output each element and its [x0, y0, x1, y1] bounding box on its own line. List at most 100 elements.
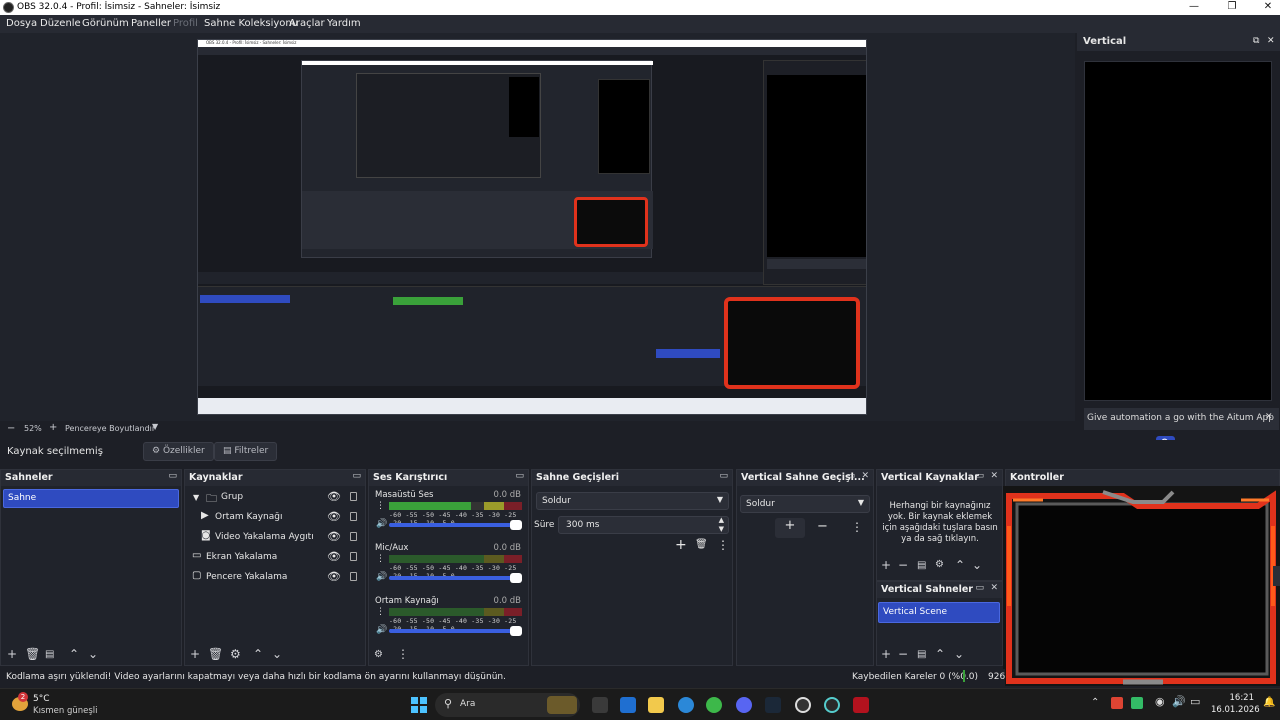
bell-icon[interactable]: 🔔 [1263, 697, 1275, 708]
speaker-icon[interactable]: 🔊 [376, 625, 387, 635]
maximize-button[interactable]: ❐ [1220, 1, 1244, 14]
minus-icon[interactable]: − [817, 519, 828, 534]
clock-date[interactable]: 16.01.2026 [1211, 705, 1260, 715]
filter-icon[interactable]: ▤ [917, 560, 926, 571]
dock-menu-icon[interactable]: ▭ [975, 471, 984, 481]
eye-icon[interactable]: 👁 [327, 510, 341, 523]
dock-menu-icon[interactable]: ▭ [168, 471, 177, 481]
menu-araclar[interactable]: Araçlar [289, 18, 325, 29]
eye-icon[interactable]: 👁 [327, 570, 341, 583]
chevron-down-icon[interactable]: ⌄ [88, 647, 98, 661]
gear-icon[interactable]: ⚙ [935, 559, 944, 570]
volume-slider[interactable] [389, 626, 522, 636]
more-vertical-icon[interactable]: ⋮ [376, 554, 385, 564]
tray-icon[interactable] [1131, 697, 1143, 709]
file-explorer-icon[interactable] [648, 697, 664, 713]
preview-area[interactable]: OBS 32.0.4 - Profil: İsimsiz - Sahneler:… [0, 33, 1075, 421]
zoom-out-button[interactable]: − [7, 423, 15, 434]
eye-icon[interactable]: 👁 [327, 530, 341, 543]
dock-menu-icon[interactable]: ▭ [352, 471, 361, 481]
speaker-icon[interactable]: 🔊 [1172, 695, 1186, 708]
eye-icon[interactable]: 👁 [327, 550, 341, 563]
close-icon[interactable]: ✕ [1267, 36, 1275, 46]
source-row[interactable]: ◙ Video Yakalama Aygıtı 👁 [185, 528, 367, 548]
lock-icon[interactable] [350, 492, 357, 501]
more-vertical-icon[interactable]: ⋮ [376, 501, 385, 511]
chevron-down-icon[interactable]: ▼ [152, 422, 158, 431]
chevron-down-icon[interactable]: ▼ [719, 525, 724, 533]
trash-icon[interactable]: 🗑 [208, 647, 223, 661]
vertical-preview[interactable] [1084, 61, 1272, 401]
more-vertical-icon[interactable]: ⋮ [717, 538, 729, 552]
fit-to-window-label[interactable]: Pencereye Boyutlandır [65, 424, 155, 433]
source-row[interactable]: ▭ Ekran Yakalama 👁 [185, 548, 367, 568]
chevron-up-icon[interactable]: ⌃ [69, 647, 79, 661]
steam-icon[interactable] [765, 697, 781, 713]
windows-start-icon[interactable] [411, 697, 427, 713]
clock-time[interactable]: 16:21 [1228, 693, 1255, 703]
chevron-up-icon[interactable]: ⌃ [1091, 697, 1099, 708]
chevron-up-icon[interactable]: ⌃ [955, 558, 965, 572]
menu-duzenle[interactable]: Düzenle [40, 18, 81, 29]
add-icon[interactable]: + [7, 647, 17, 661]
transition-select[interactable]: Soldur ▼ [536, 492, 729, 510]
menu-profil[interactable]: Profil [173, 18, 198, 29]
filters-button[interactable]: ▤ Filtreler [214, 442, 278, 461]
volume-knob[interactable] [510, 520, 522, 530]
vertical-scene-item[interactable]: Vertical Scene [878, 602, 1000, 623]
filter-icon[interactable]: ▤ [45, 649, 54, 660]
duration-spinbox[interactable]: 300 ms ▲ ▼ [558, 516, 729, 534]
tray-icon[interactable] [1111, 697, 1123, 709]
lock-icon[interactable] [350, 572, 357, 581]
speaker-icon[interactable]: 🔊 [376, 572, 387, 582]
chevron-down-icon[interactable]: ⌄ [954, 647, 964, 661]
discord-icon[interactable] [736, 697, 752, 713]
taskbar-search[interactable]: ⚲ Ara [435, 693, 580, 717]
app-icon[interactable] [620, 697, 636, 713]
close-icon[interactable]: ✕ [990, 471, 998, 481]
more-vertical-icon[interactable]: ⋮ [397, 647, 409, 661]
task-view-icon[interactable] [592, 697, 608, 713]
menu-paneller[interactable]: Paneller [131, 18, 171, 29]
volume-knob[interactable] [510, 573, 522, 583]
zoom-in-button[interactable]: + [49, 422, 57, 433]
menu-dosya[interactable]: Dosya [6, 18, 37, 29]
add-icon[interactable]: + [881, 558, 891, 572]
chevron-down-icon[interactable]: ⌄ [272, 647, 282, 661]
gear-icon[interactable]: ⚙ [230, 647, 241, 661]
chrome-icon[interactable] [706, 697, 722, 713]
wifi-icon[interactable]: ◉ [1155, 695, 1165, 708]
source-row[interactable]: ▼ 🗀 Grup 👁 [185, 488, 367, 508]
close-button[interactable]: ✕ [1256, 1, 1280, 14]
app-icon[interactable] [824, 697, 840, 713]
vertical-transition-select[interactable]: Soldur ▼ [740, 495, 870, 513]
chevron-down-icon[interactable]: ▼ [193, 493, 199, 502]
chevron-down-icon[interactable]: ⌄ [972, 558, 982, 572]
properties-button[interactable]: ⚙ Özellikler [143, 442, 214, 461]
chevron-up-icon[interactable]: ⌃ [935, 647, 945, 661]
close-icon[interactable]: ✕ [990, 583, 998, 593]
menu-gorunum[interactable]: Görünüm [82, 18, 129, 29]
preview-canvas[interactable]: OBS 32.0.4 - Profil: İsimsiz - Sahneler:… [197, 39, 867, 415]
lock-icon[interactable] [350, 552, 357, 561]
dock-menu-icon[interactable]: ▭ [846, 471, 855, 481]
source-row[interactable]: ▶ Ortam Kaynağı 👁 [185, 508, 367, 528]
add-button[interactable]: + [775, 518, 805, 538]
speaker-icon[interactable]: 🔊 [376, 519, 387, 529]
scene-item[interactable]: Sahne [3, 489, 179, 508]
lock-icon[interactable] [350, 512, 357, 521]
battery-icon[interactable]: ▭ [1190, 695, 1200, 708]
lock-icon[interactable] [350, 532, 357, 541]
edge-icon[interactable] [678, 697, 694, 713]
chevron-up-icon[interactable]: ⌃ [253, 647, 263, 661]
dock-menu-icon[interactable]: ▭ [975, 583, 984, 593]
add-icon[interactable]: + [190, 647, 200, 661]
volume-knob[interactable] [510, 626, 522, 636]
volume-slider[interactable] [389, 520, 522, 530]
filter-icon[interactable]: ▤ [917, 649, 926, 660]
add-icon[interactable]: + [675, 537, 687, 553]
dock-menu-icon[interactable]: ▭ [515, 471, 524, 481]
more-vertical-icon[interactable]: ⋮ [376, 607, 385, 617]
gear-icon[interactable]: ⚙ [374, 649, 383, 660]
add-icon[interactable]: + [881, 647, 891, 661]
